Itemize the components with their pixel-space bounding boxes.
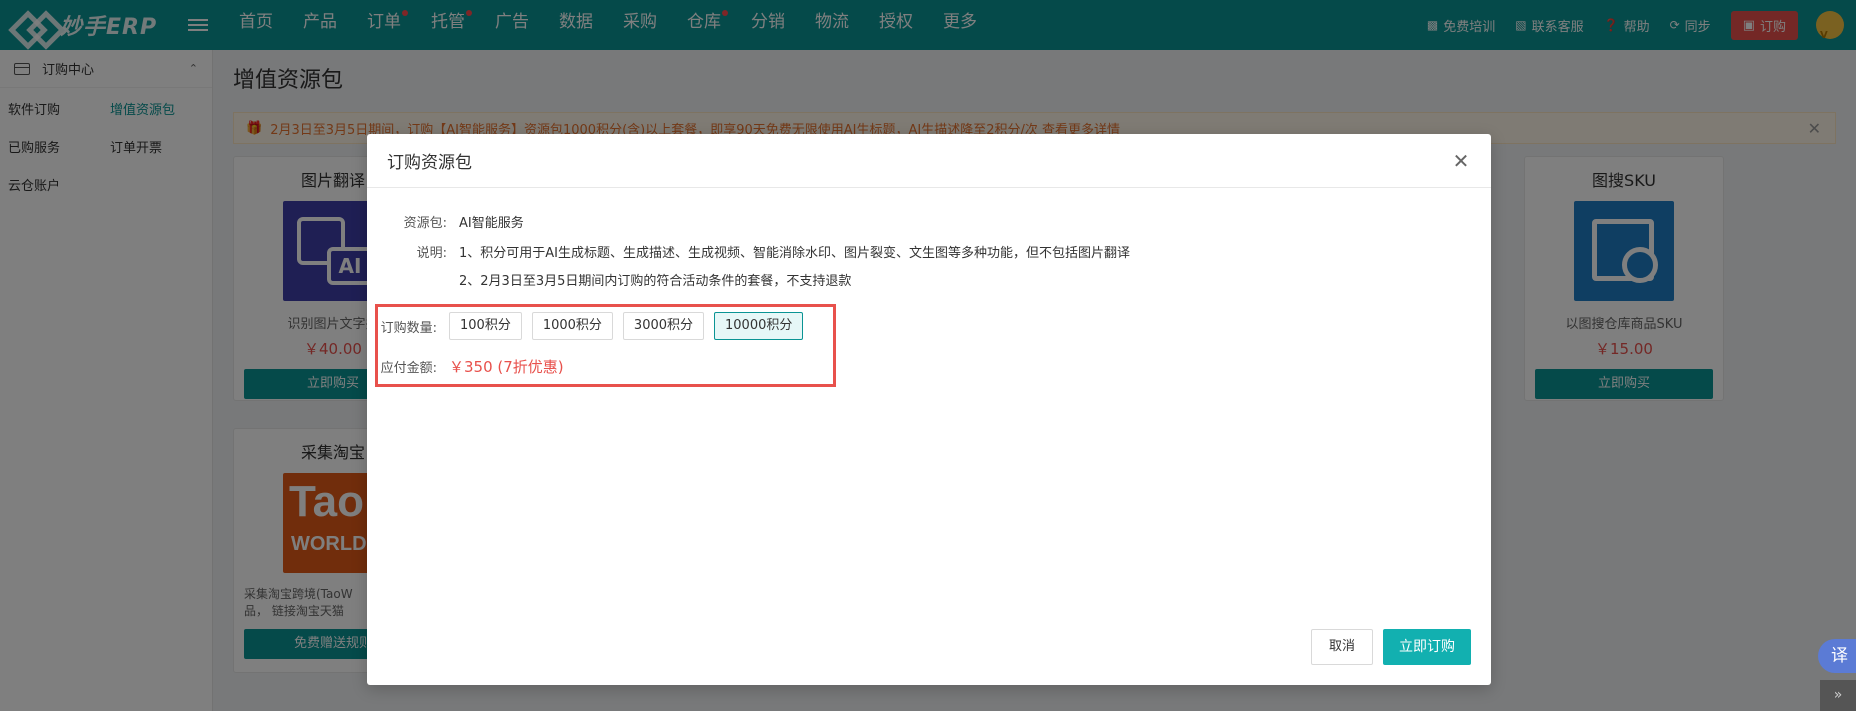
description-line-1: 1、积分可用于AI生成标题、生成描述、生成视频、智能消除水印、图片裂变、文生图等…	[459, 246, 1130, 261]
amount-label: 应付金额:	[380, 361, 437, 376]
description-row: 说明: 1、积分可用于AI生成标题、生成描述、生成视频、智能消除水印、图片裂变、…	[367, 242, 1130, 261]
quantity-option-10000[interactable]: 10000积分	[714, 312, 804, 340]
quantity-row: 订购数量: 100积分 1000积分 3000积分 10000积分	[357, 312, 804, 340]
quantity-option-3000[interactable]: 3000积分	[622, 312, 705, 340]
quantity-option-1000[interactable]: 1000积分	[531, 312, 613, 340]
package-label: 资源包:	[403, 216, 447, 231]
quantity-options: 100积分 1000积分 3000积分 10000积分	[449, 312, 804, 340]
package-value: AI智能服务	[459, 216, 524, 231]
cancel-button[interactable]: 取消	[1311, 629, 1373, 665]
dialog-header: 订购资源包 ✕	[367, 134, 1491, 188]
description-row-2: 2、2月3日至3月5日期间内订购的符合活动条件的套餐，不支持退款	[367, 270, 851, 289]
order-now-button[interactable]: 立即订购	[1383, 629, 1471, 665]
description-label: 说明:	[416, 246, 447, 261]
dialog-footer: 取消 立即订购	[1311, 629, 1471, 665]
quantity-option-100[interactable]: 100积分	[449, 312, 522, 340]
order-resource-pack-dialog: 订购资源包 ✕ 资源包: AI智能服务 说明: 1、积分可用于AI生成标题、生成…	[367, 134, 1491, 685]
quantity-label: 订购数量:	[380, 320, 437, 336]
translate-float-button[interactable]: 译	[1818, 639, 1856, 673]
dialog-title: 订购资源包	[387, 153, 472, 173]
expand-chevron-icon[interactable]: »	[1820, 680, 1856, 711]
package-row: 资源包: AI智能服务	[367, 212, 524, 231]
description-line-2: 2、2月3日至3月5日期间内订购的符合活动条件的套餐，不支持退款	[459, 274, 852, 289]
close-icon[interactable]: ✕	[1451, 149, 1471, 173]
amount-value: ￥350 (7折优惠)	[449, 358, 564, 376]
amount-row: 应付金额: ￥350 (7折优惠)	[357, 356, 564, 377]
